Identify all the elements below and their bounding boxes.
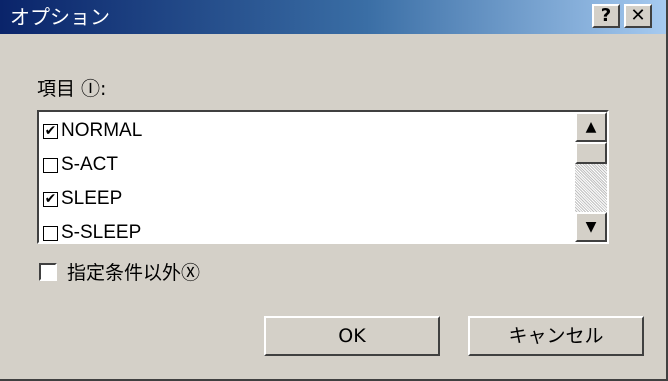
list-item-label: S-SLEEP (61, 222, 142, 242)
checkbox-s-act[interactable] (43, 157, 58, 173)
checkbox-s-sleep[interactable] (43, 225, 58, 241)
checkbox-normal[interactable]: ✔ (43, 123, 58, 139)
except-condition-checkbox[interactable] (39, 262, 57, 281)
scroll-up-button[interactable]: ▲ (575, 112, 607, 142)
list-item-normal[interactable]: ✔ NORMAL (43, 114, 142, 148)
help-button[interactable]: ? (592, 4, 620, 28)
list-item-sleep[interactable]: ✔ SLEEP (43, 182, 122, 216)
items-listbox[interactable]: ✔ NORMAL S-ACT ✔ SLEEP S-SLEEP ▲ ▼ (37, 110, 609, 244)
items-label: 項目 Ⓘ: (37, 78, 107, 100)
scrollbar-thumb[interactable] (575, 142, 607, 164)
scrollbar-track[interactable] (575, 164, 607, 212)
list-item-s-act[interactable]: S-ACT (43, 148, 118, 182)
list-item-label: NORMAL (61, 120, 143, 141)
ok-button[interactable]: OK (264, 316, 440, 356)
items-list: ✔ NORMAL S-ACT ✔ SLEEP S-SLEEP (39, 112, 573, 242)
except-condition-label: 指定条件以外Ⓧ (67, 262, 201, 284)
close-button[interactable]: ✕ (624, 4, 652, 28)
title-bar[interactable]: オプション ? ✕ (0, 0, 666, 34)
cancel-button[interactable]: キャンセル (468, 316, 644, 356)
list-item-label: S-ACT (61, 154, 118, 175)
list-item-label: SLEEP (61, 188, 123, 209)
checkbox-sleep[interactable]: ✔ (43, 191, 58, 207)
vertical-scrollbar[interactable]: ▲ ▼ (575, 112, 607, 242)
options-dialog: オプション ? ✕ 項目 Ⓘ: ✔ NORMAL S-ACT ✔ SLEEP S… (0, 0, 668, 381)
scroll-down-button[interactable]: ▼ (575, 212, 607, 242)
list-item-s-sleep[interactable]: S-SLEEP (43, 216, 141, 242)
window-title: オプション (10, 5, 110, 29)
except-condition-option[interactable]: 指定条件以外Ⓧ (39, 258, 200, 285)
